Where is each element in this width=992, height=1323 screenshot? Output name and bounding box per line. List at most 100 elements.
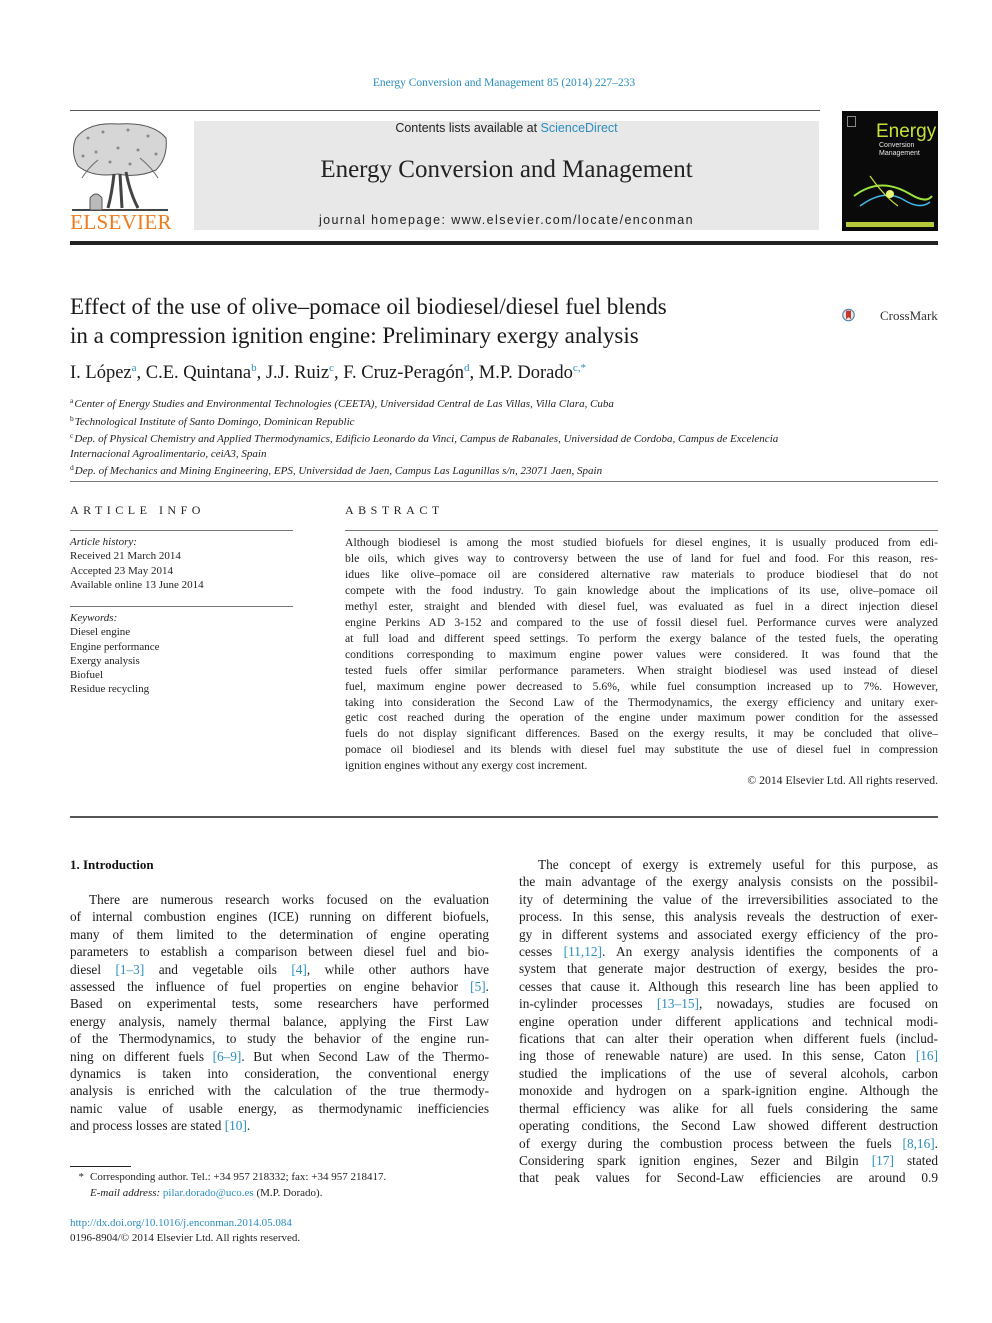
body-text: analysis is enriched with the calculatio… — [70, 1083, 489, 1099]
article-info-rule — [70, 530, 293, 531]
journal-title: Energy Conversion and Management — [320, 156, 693, 183]
citation-link[interactable]: [6–9] — [213, 1049, 242, 1064]
citation-link[interactable]: [1–3] — [115, 962, 144, 977]
affiliations: aCenter of Energy Studies and Environmen… — [70, 394, 870, 479]
cover-title: Energy — [876, 121, 937, 142]
sciencedirect-link[interactable]: ScienceDirect — [541, 121, 618, 135]
body-text: of exergy during the combustion process … — [519, 1135, 903, 1151]
body-text: , while other authors have — [306, 961, 490, 977]
keyword-item: Residue recycling — [70, 683, 150, 696]
homepage-label: journal homepage: — [318, 213, 452, 227]
body-text: namic value of usable energy, as thermod… — [70, 1100, 489, 1116]
body-text: Considering spark ignition engines, Seze… — [519, 1152, 872, 1168]
history-item: Available online 13 June 2014 — [70, 578, 204, 591]
body-text: . But when Second Law of the Thermo- — [241, 1048, 489, 1064]
affiliation-text: Dep. of Mechanics and Mining Engineering… — [74, 465, 603, 477]
affiliation-key: c — [70, 431, 74, 440]
citation-link[interactable]: [10] — [225, 1118, 247, 1133]
abstract-line: fuels do not display significant differe… — [345, 727, 938, 741]
affiliation-key: a — [70, 396, 74, 405]
citation-link[interactable]: [4] — [291, 962, 307, 977]
cover-band — [846, 222, 934, 227]
author-name[interactable]: C.E. Quintana — [146, 363, 251, 383]
body-text-line: The concept of exergy is extremely usefu… — [519, 856, 938, 873]
affiliation-text: Dep. of Physical Chemistry and Applied T… — [70, 433, 779, 460]
body-text-line: parameters to establish a comparison bet… — [70, 943, 489, 960]
section-heading-introduction: 1. Introduction — [70, 857, 154, 872]
body-text: of internal combustion engines (ICE) run… — [70, 909, 489, 925]
abstract-body: Although biodiesel is among the most stu… — [345, 535, 938, 774]
journal-citation-link[interactable]: Energy Conversion and Management 85 (201… — [0, 77, 992, 89]
homepage-url[interactable]: www.elsevier.com/locate/enconman — [451, 213, 694, 227]
email-link[interactable]: pilar.dorado@uco.es — [163, 1187, 254, 1199]
body-text-line: monoxide and hydrogen on a spark-ignitio… — [519, 1082, 938, 1099]
body-text: stated — [893, 1152, 938, 1168]
citation-link[interactable]: [8,16] — [903, 1136, 935, 1151]
cover-swirl-graphic — [853, 175, 933, 207]
body-text-line: energy analysis, namely thermal balance,… — [70, 1013, 489, 1030]
author-name[interactable]: I. López — [70, 363, 132, 383]
author-name[interactable]: F. Cruz-Peragón — [343, 363, 464, 383]
doi-link[interactable]: http://dx.doi.org/10.1016/j.enconman.201… — [70, 1216, 300, 1231]
author-name[interactable]: M.P. Dorado — [479, 363, 573, 383]
contents-line: Contents lists available at ScienceDirec… — [194, 121, 819, 135]
body-text-line: many of them limited to the determinatio… — [70, 926, 489, 943]
body-text: cesses — [519, 944, 564, 960]
abstract-line: at full load and different speed setting… — [345, 631, 938, 645]
body-text: ning on different fuels — [70, 1048, 213, 1064]
abstract-line: getic cost reached during the operation … — [345, 711, 938, 725]
body-text: system that generate major destruction o… — [519, 961, 938, 977]
body-text: ing those of renewable nature) are used.… — [519, 1048, 916, 1064]
body-text: engine operation under different applica… — [519, 1013, 938, 1029]
body-text: gy in different systems and associated e… — [519, 926, 938, 942]
article-title-line-1: Effect of the use of olive–pomace oil bi… — [70, 294, 667, 319]
body-text-line: namic value of usable energy, as thermod… — [70, 1100, 489, 1117]
abstract-line: engine Perkins AD 3-152 and compared to … — [345, 615, 938, 629]
body-text-line: that peak values for Second-Law efficien… — [519, 1169, 938, 1186]
introduction-left-column: There are numerous research works focuse… — [70, 891, 489, 1135]
citation-link[interactable]: [17] — [872, 1153, 894, 1168]
abstract-line: tested fuels offer similar performance p… — [345, 663, 938, 677]
crossmark-label[interactable]: CrossMark — [880, 308, 938, 324]
body-text: . — [246, 1118, 251, 1134]
abstract-copyright: © 2014 Elsevier Ltd. All rights reserved… — [747, 774, 938, 787]
email-suffix: (M.P. Dorado). — [253, 1186, 323, 1199]
author-list: I. Lópeza, C.E. Quintanab, J.J. Ruizc, F… — [70, 362, 586, 384]
author-name[interactable]: J.J. Ruiz — [266, 363, 329, 383]
body-text: that peak values for Second-Law efficien… — [519, 1170, 938, 1186]
citation-link[interactable]: [5] — [470, 979, 486, 994]
abstract-line: ble oils, which gives way to controversy… — [345, 551, 938, 565]
abstract-line: taking into consideration the Second Law… — [345, 695, 938, 709]
body-text-line: of the Thermodynamics, to study the beha… — [70, 1030, 489, 1047]
abstract-line: Although biodiesel is among the most stu… — [345, 536, 938, 549]
author-separator: , — [469, 363, 479, 383]
body-text-line: diesel [1–3] and vegetable oils [4], whi… — [70, 961, 489, 978]
doi-block: http://dx.doi.org/10.1016/j.enconman.201… — [70, 1216, 300, 1245]
body-text-line: There are numerous research works focuse… — [70, 891, 489, 908]
body-text-line: Based on experimental tests, some resear… — [70, 995, 489, 1012]
body-text: There are numerous research works focuse… — [89, 892, 489, 907]
body-divider — [70, 816, 938, 818]
affiliation-item: aCenter of Energy Studies and Environmen… — [70, 394, 870, 412]
abstract-line: pomace oil biodiesel and its blends with… — [345, 743, 938, 757]
header-top-rule — [70, 110, 820, 111]
body-text-line: cesses that cause it. Although this rese… — [519, 978, 938, 995]
body-text-line: in-cylinder processes [13–15], nowadays,… — [519, 995, 938, 1012]
author-affiliation-marker[interactable]: c,* — [573, 362, 586, 374]
footnote-rule — [70, 1166, 131, 1167]
body-text: energy analysis, namely thermal balance,… — [70, 1013, 489, 1029]
journal-cover-thumbnail[interactable]: Energy Conversion Management — [842, 111, 938, 231]
crossmark-icon[interactable] — [842, 297, 878, 333]
citation-link[interactable]: [13–15] — [657, 996, 699, 1011]
section-divider — [70, 481, 938, 482]
citation-link[interactable]: [11,12] — [564, 944, 602, 959]
body-text-line: assessed the influence of fuel propertie… — [70, 978, 489, 995]
body-text-line: cesses [11,12]. An exergy analysis ident… — [519, 943, 938, 960]
affiliation-text: Technological Institute of Santo Domingo… — [74, 415, 355, 428]
history-item: Received 21 March 2014 — [70, 550, 181, 563]
citation-link[interactable]: [16] — [916, 1048, 938, 1063]
abstract-rule — [345, 530, 938, 531]
body-text: diesel — [70, 961, 116, 977]
journal-homepage: journal homepage: www.elsevier.com/locat… — [194, 213, 819, 227]
body-text: cesses that cause it. Although this rese… — [519, 978, 938, 994]
